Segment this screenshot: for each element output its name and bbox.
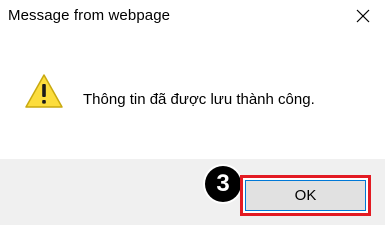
dialog-title: Message from webpage [8,7,171,24]
dialog-titlebar: Message from webpage [0,0,385,36]
dialog-footer: 3 OK [0,159,385,225]
step-number-badge: 3 [205,166,241,202]
ok-button[interactable]: OK [240,175,371,216]
dialog-body: Thông tin đã được lưu thành công. [0,36,385,159]
ok-button-label: OK [245,180,366,211]
message-dialog: Message from webpage Thông tin đã được l… [0,0,385,225]
close-icon [356,9,370,23]
dialog-message: Thông tin đã được lưu thành công. [83,91,315,108]
warning-icon [25,74,63,108]
close-button[interactable] [341,0,385,32]
